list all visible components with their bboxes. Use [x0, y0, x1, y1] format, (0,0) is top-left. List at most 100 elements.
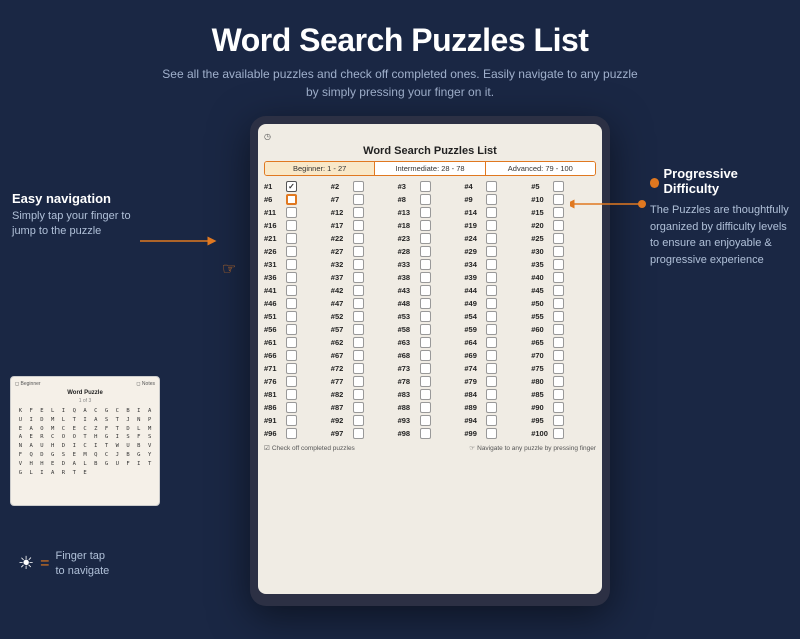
puzzle-cell[interactable]: #12: [331, 207, 396, 218]
puzzle-checkbox[interactable]: [353, 376, 364, 387]
puzzle-checkbox[interactable]: [286, 181, 297, 192]
puzzle-cell[interactable]: #39: [464, 272, 529, 283]
puzzle-cell[interactable]: #45: [531, 285, 596, 296]
puzzle-cell[interactable]: #55: [531, 311, 596, 322]
puzzle-checkbox[interactable]: [553, 285, 564, 296]
difficulty-intermediate[interactable]: Intermediate: 28 - 78: [375, 162, 485, 175]
puzzle-cell[interactable]: #13: [398, 207, 463, 218]
puzzle-checkbox[interactable]: [553, 220, 564, 231]
puzzle-cell[interactable]: #57: [331, 324, 396, 335]
puzzle-checkbox[interactable]: [286, 350, 297, 361]
puzzle-cell[interactable]: #72: [331, 363, 396, 374]
puzzle-checkbox[interactable]: [353, 428, 364, 439]
puzzle-cell[interactable]: #20: [531, 220, 596, 231]
puzzle-cell[interactable]: #75: [531, 363, 596, 374]
puzzle-cell[interactable]: #73: [398, 363, 463, 374]
puzzle-cell[interactable]: #1: [264, 181, 329, 192]
puzzle-checkbox[interactable]: [353, 207, 364, 218]
puzzle-checkbox[interactable]: [353, 350, 364, 361]
puzzle-checkbox[interactable]: [286, 376, 297, 387]
puzzle-checkbox[interactable]: [553, 428, 564, 439]
puzzle-checkbox[interactable]: [353, 402, 364, 413]
puzzle-checkbox[interactable]: [553, 246, 564, 257]
puzzle-checkbox[interactable]: [420, 207, 431, 218]
puzzle-checkbox[interactable]: [286, 298, 297, 309]
puzzle-cell[interactable]: #51: [264, 311, 329, 322]
puzzle-checkbox[interactable]: [553, 415, 564, 426]
puzzle-cell[interactable]: #17: [331, 220, 396, 231]
puzzle-cell[interactable]: #88: [398, 402, 463, 413]
puzzle-checkbox[interactable]: [420, 428, 431, 439]
puzzle-checkbox[interactable]: [486, 337, 497, 348]
puzzle-checkbox[interactable]: [486, 363, 497, 374]
puzzle-checkbox[interactable]: [286, 285, 297, 296]
difficulty-advanced[interactable]: Advanced: 79 - 100: [486, 162, 595, 175]
puzzle-cell[interactable]: #16: [264, 220, 329, 231]
puzzle-cell[interactable]: #98: [398, 428, 463, 439]
puzzle-checkbox[interactable]: [353, 311, 364, 322]
puzzle-cell[interactable]: #64: [464, 337, 529, 348]
puzzle-cell[interactable]: #59: [464, 324, 529, 335]
puzzle-checkbox[interactable]: [353, 194, 364, 205]
puzzle-checkbox[interactable]: [420, 389, 431, 400]
puzzle-cell[interactable]: #41: [264, 285, 329, 296]
puzzle-checkbox[interactable]: [353, 324, 364, 335]
puzzle-cell[interactable]: #38: [398, 272, 463, 283]
puzzle-checkbox[interactable]: [286, 428, 297, 439]
puzzle-checkbox[interactable]: [420, 376, 431, 387]
puzzle-cell[interactable]: #92: [331, 415, 396, 426]
puzzle-cell[interactable]: #8: [398, 194, 463, 205]
puzzle-checkbox[interactable]: [286, 194, 297, 205]
puzzle-checkbox[interactable]: [353, 415, 364, 426]
puzzle-cell[interactable]: #9: [464, 194, 529, 205]
puzzle-checkbox[interactable]: [553, 402, 564, 413]
puzzle-checkbox[interactable]: [553, 194, 564, 205]
puzzle-checkbox[interactable]: [553, 337, 564, 348]
puzzle-checkbox[interactable]: [486, 389, 497, 400]
puzzle-checkbox[interactable]: [286, 207, 297, 218]
puzzle-cell[interactable]: #18: [398, 220, 463, 231]
puzzle-checkbox[interactable]: [420, 311, 431, 322]
puzzle-cell[interactable]: #62: [331, 337, 396, 348]
puzzle-cell[interactable]: #3: [398, 181, 463, 192]
difficulty-beginner[interactable]: Beginner: 1 - 27: [265, 162, 375, 175]
puzzle-checkbox[interactable]: [353, 220, 364, 231]
puzzle-checkbox[interactable]: [553, 259, 564, 270]
puzzle-cell[interactable]: #21: [264, 233, 329, 244]
puzzle-cell[interactable]: #5: [531, 181, 596, 192]
puzzle-checkbox[interactable]: [420, 246, 431, 257]
puzzle-cell[interactable]: #34: [464, 259, 529, 270]
puzzle-cell[interactable]: #89: [464, 402, 529, 413]
puzzle-cell[interactable]: #36: [264, 272, 329, 283]
puzzle-cell[interactable]: #4: [464, 181, 529, 192]
puzzle-cell[interactable]: #47: [331, 298, 396, 309]
puzzle-cell[interactable]: #68: [398, 350, 463, 361]
puzzle-checkbox[interactable]: [553, 207, 564, 218]
puzzle-cell[interactable]: #65: [531, 337, 596, 348]
puzzle-cell[interactable]: #69: [464, 350, 529, 361]
puzzle-checkbox[interactable]: [420, 402, 431, 413]
puzzle-checkbox[interactable]: [486, 272, 497, 283]
puzzle-cell[interactable]: #94: [464, 415, 529, 426]
puzzle-cell[interactable]: #85: [531, 389, 596, 400]
puzzle-cell[interactable]: #54: [464, 311, 529, 322]
puzzle-checkbox[interactable]: [286, 259, 297, 270]
puzzle-cell[interactable]: #95: [531, 415, 596, 426]
puzzle-cell[interactable]: #58: [398, 324, 463, 335]
puzzle-cell[interactable]: #23: [398, 233, 463, 244]
puzzle-checkbox[interactable]: [286, 272, 297, 283]
puzzle-cell[interactable]: #50: [531, 298, 596, 309]
puzzle-cell[interactable]: #14: [464, 207, 529, 218]
puzzle-checkbox[interactable]: [486, 285, 497, 296]
puzzle-checkbox[interactable]: [486, 324, 497, 335]
puzzle-checkbox[interactable]: [553, 298, 564, 309]
puzzle-checkbox[interactable]: [486, 415, 497, 426]
puzzle-checkbox[interactable]: [553, 233, 564, 244]
puzzle-checkbox[interactable]: [420, 285, 431, 296]
puzzle-cell[interactable]: #76: [264, 376, 329, 387]
puzzle-cell[interactable]: #44: [464, 285, 529, 296]
puzzle-checkbox[interactable]: [486, 181, 497, 192]
puzzle-checkbox[interactable]: [553, 311, 564, 322]
puzzle-cell[interactable]: #71: [264, 363, 329, 374]
puzzle-checkbox[interactable]: [353, 363, 364, 374]
